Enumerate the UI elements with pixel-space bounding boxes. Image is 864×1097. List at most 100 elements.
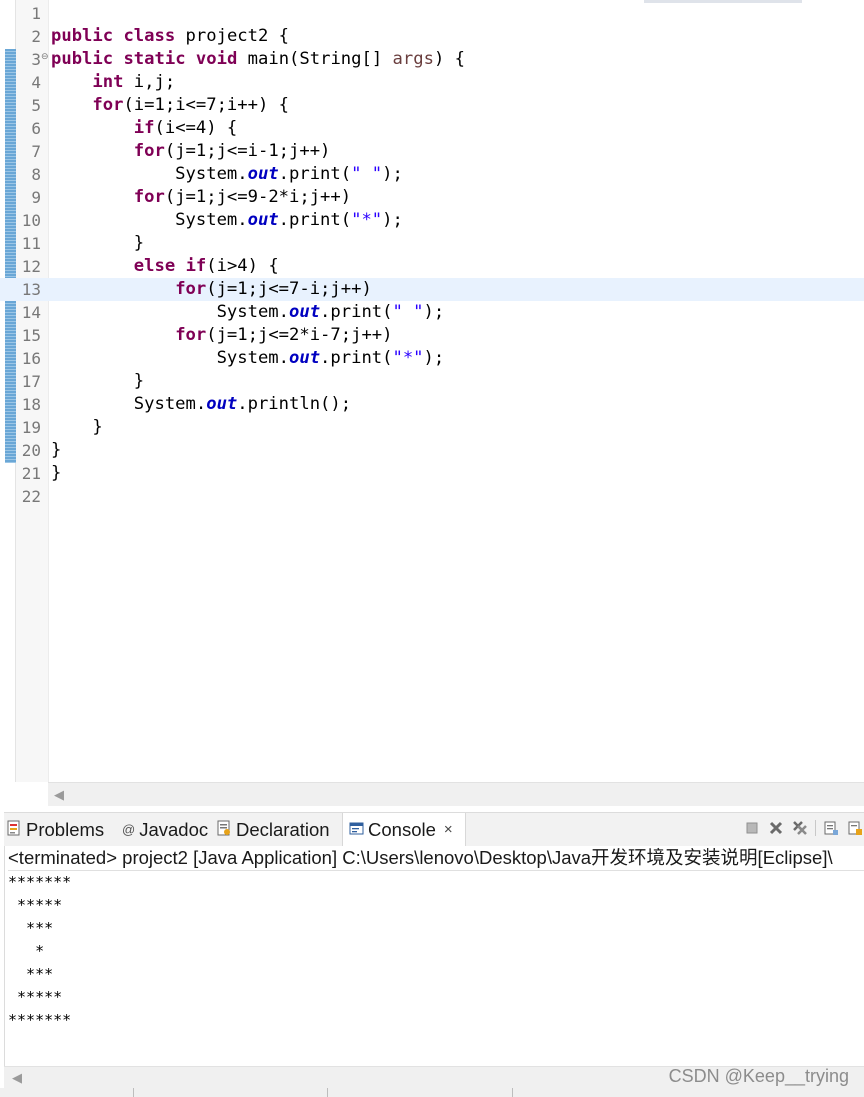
field-token: out <box>289 348 321 368</box>
code-text: public static void main(String[] args) { <box>51 48 465 71</box>
status-separator <box>133 1088 134 1097</box>
code-token: } <box>51 463 62 483</box>
code-line[interactable]: 3 ⊖ public static void main(String[] args)… <box>0 48 864 71</box>
views-tab-bar: Problems @ Javadoc Declaration Console × <box>4 812 864 846</box>
code-line[interactable]: 21} <box>0 462 864 485</box>
code-line[interactable]: 10 System.out.print("*"); <box>0 209 864 232</box>
code-text: else if(i>4) { <box>51 255 279 278</box>
code-token: (j=1;j<=7-i;j++) <box>206 279 372 299</box>
remove-all-terminated-icon[interactable] <box>791 819 809 837</box>
code-token: i,j; <box>123 72 176 92</box>
display-console-icon[interactable] <box>846 819 864 837</box>
line-number: 20 <box>21 441 41 460</box>
code-text: public class project2 { <box>51 25 289 48</box>
code-text: System.out.print(" "); <box>51 301 445 324</box>
code-token: System. <box>51 394 207 414</box>
code-token: .print( <box>320 348 393 368</box>
code-line[interactable]: 20} <box>0 439 864 462</box>
line-number: 21 <box>21 464 41 483</box>
editor-gutter-footer <box>0 782 48 806</box>
code-line[interactable]: 14 System.out.print(" "); <box>0 301 864 324</box>
code-line[interactable]: 12 else if(i>4) { <box>0 255 864 278</box>
code-line[interactable]: 6 if(i<=4) { <box>0 117 864 140</box>
code-line[interactable]: 15 for(j=1;j<=2*i-7;j++) <box>0 324 864 347</box>
string-token: " " <box>392 302 424 322</box>
code-line[interactable]: 17 } <box>0 370 864 393</box>
tab-console[interactable]: Console × <box>342 813 466 846</box>
code-token: } <box>51 417 103 437</box>
code-token: (j=1;j<=9-2*i;j++) <box>164 187 352 207</box>
code-line-current[interactable]: 13 for(j=1;j<=7-i;j++) <box>0 278 864 301</box>
code-editor[interactable]: 1 2 public class project2 {3 ⊖ public static… <box>0 0 864 782</box>
code-text: } <box>51 232 144 255</box>
pin-console-icon[interactable] <box>822 819 840 837</box>
console-view[interactable]: <terminated> project2 [Java Application]… <box>4 846 864 1066</box>
console-output-line: ***** <box>8 988 63 1006</box>
string-token: "*" <box>351 210 383 230</box>
line-number: 6 <box>31 119 41 138</box>
code-line[interactable]: 19 } <box>0 416 864 439</box>
keyword-token: for <box>175 279 207 299</box>
code-token: (i<=4) { <box>154 118 238 138</box>
code-token: ); <box>423 302 445 322</box>
code-token: .println(); <box>237 394 352 414</box>
parameter-token: args <box>392 49 434 69</box>
field-token: out <box>247 210 279 230</box>
line-number: 18 <box>21 395 41 414</box>
code-line[interactable]: 9 for(j=1;j<=9-2*i;j++) <box>0 186 864 209</box>
terminate-icon[interactable] <box>743 819 761 837</box>
code-text: for(j=1;j<=2*i-7;j++) <box>51 324 392 347</box>
tab-javadoc[interactable]: @ Javadoc <box>122 813 208 846</box>
tab-declaration[interactable]: Declaration <box>217 813 330 846</box>
code-line[interactable]: 4 int i,j; <box>0 71 864 94</box>
line-number: 2 <box>31 27 41 46</box>
editor-horizontal-scrollbar[interactable]: ◀ <box>48 782 864 807</box>
code-line[interactable]: 5 for(i=1;i<=7;i++) { <box>0 94 864 117</box>
code-text-area[interactable]: 1 2 public class project2 {3 ⊖ public static… <box>0 2 864 508</box>
code-line[interactable]: 11 } <box>0 232 864 255</box>
code-text: for(i=1;i<=7;i++) { <box>51 94 289 117</box>
keyword-token: for <box>175 325 207 345</box>
remove-launch-icon[interactable] <box>767 819 785 837</box>
console-output[interactable]: ******* ***** *** * *** ***** ******* <box>8 871 71 1032</box>
code-text: System.out.print("*"); <box>51 209 403 232</box>
code-token: } <box>51 371 145 391</box>
code-line[interactable]: 2 public class project2 { <box>0 25 864 48</box>
code-text: System.out.print("*"); <box>51 347 445 370</box>
code-token: ); <box>382 164 403 184</box>
javadoc-icon: @ <box>122 822 136 837</box>
code-token: System. <box>51 164 248 184</box>
line-number: 3 <box>31 50 41 69</box>
line-number: 5 <box>31 96 41 115</box>
keyword-token: int <box>92 72 124 92</box>
scroll-left-arrow-icon[interactable]: ◀ <box>54 787 64 803</box>
tab-problems[interactable]: Problems <box>7 813 104 846</box>
code-line[interactable]: 1 <box>0 2 864 25</box>
scroll-left-arrow-icon[interactable]: ◀ <box>12 1070 22 1086</box>
code-line[interactable]: 16 System.out.print("*"); <box>0 347 864 370</box>
code-token: (j=1;j<=i-1;j++) <box>164 141 331 161</box>
keyword-token: class <box>123 26 176 46</box>
keyword-token: for <box>133 187 165 207</box>
code-line[interactable]: 22 <box>0 485 864 508</box>
code-text: } <box>51 439 61 462</box>
line-number: 14 <box>21 303 41 322</box>
keyword-token: if <box>185 256 207 276</box>
code-text: } <box>51 416 103 439</box>
console-launch-description: <terminated> project2 [Java Application]… <box>8 846 864 871</box>
code-line[interactable]: 7 for(j=1;j<=i-1;j++) <box>0 140 864 163</box>
code-line[interactable]: 18 System.out.println(); <box>0 393 864 416</box>
close-icon[interactable]: × <box>444 821 453 838</box>
status-separator <box>512 1088 513 1097</box>
code-token: ) { <box>433 49 465 69</box>
code-text: System.out.print(" "); <box>51 163 403 186</box>
console-output-line: *** <box>8 919 54 937</box>
code-line[interactable]: 8 System.out.print(" "); <box>0 163 864 186</box>
fold-collapse-icon[interactable]: ⊖ <box>41 53 49 62</box>
line-number: 11 <box>21 234 41 253</box>
